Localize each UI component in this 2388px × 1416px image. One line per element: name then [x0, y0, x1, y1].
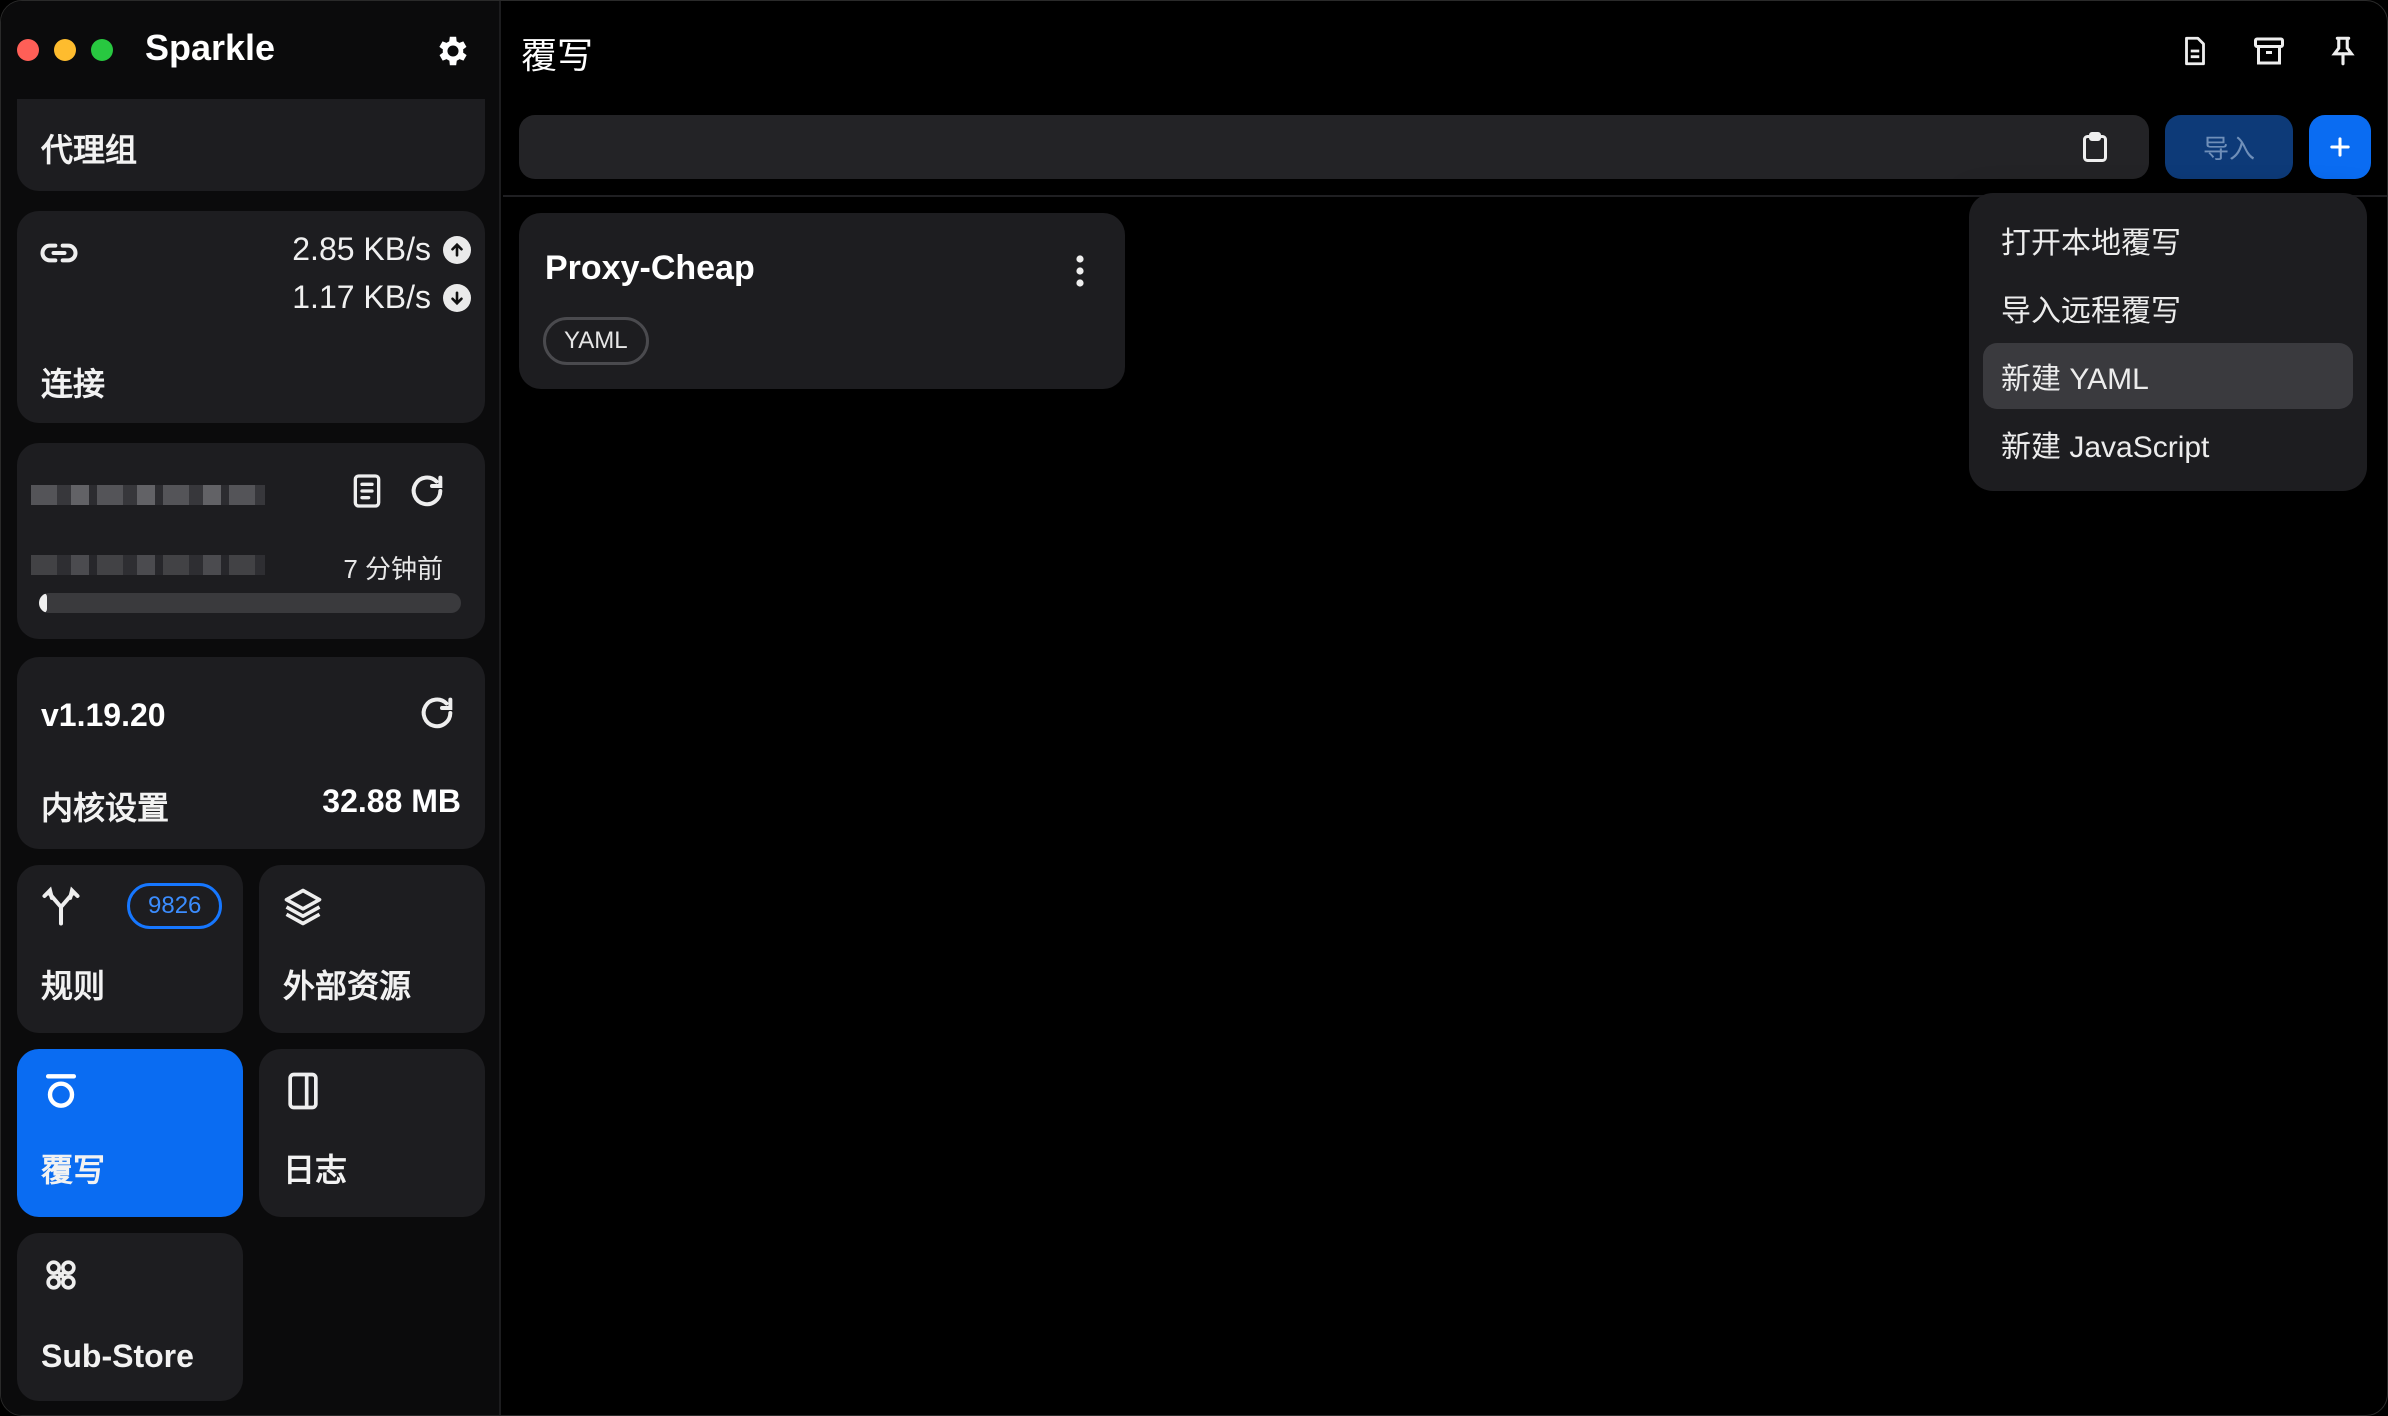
plus-icon [2330, 137, 2350, 157]
layers-icon [284, 888, 322, 926]
more-vertical-icon [1076, 255, 1084, 287]
profile-usage-fill [39, 593, 48, 613]
page-title: 覆写 [521, 35, 594, 76]
resources-tile[interactable]: 外部资源 [259, 865, 485, 1033]
close-window-button[interactable] [17, 39, 39, 61]
override-tile[interactable]: 覆写 [17, 1049, 243, 1217]
core-memory: 32.88 MB [322, 783, 461, 819]
link-icon [40, 243, 78, 263]
arrow-down-icon [443, 283, 471, 312]
download-speed: 1.17 KB/s [292, 279, 471, 316]
fork-icon [42, 886, 80, 926]
profile-info-redacted [31, 555, 265, 575]
archive-button[interactable] [2247, 29, 2291, 73]
connections-label: 连接 [41, 366, 106, 402]
resources-label: 外部资源 [283, 968, 412, 1004]
rules-tile[interactable]: 9826 规则 [17, 865, 243, 1033]
profile-card[interactable]: 7 分钟前 [17, 443, 485, 639]
upload-speed-value: 2.85 KB/s [292, 231, 431, 267]
substore-label: Sub-Store [41, 1338, 194, 1374]
pin-icon [2331, 36, 2355, 66]
sidebar-panel-icon [288, 1072, 318, 1110]
download-speed-value: 1.17 KB/s [292, 279, 431, 315]
override-card[interactable]: Proxy-Cheap YAML [519, 213, 1125, 389]
app-title: Sparkle [145, 27, 276, 68]
override-label: 覆写 [41, 1152, 106, 1188]
connections-card[interactable]: 2.85 KB/s 1.17 KB/s 连接 [17, 211, 485, 423]
refresh-icon[interactable] [407, 471, 447, 511]
app-window: Sparkle 代理组 2.85 KB/s 1.17 KB/s 连接 7 分钟前 [0, 0, 2388, 1416]
core-card[interactable]: v1.19.20 内核设置 32.88 MB [17, 657, 485, 849]
profile-updated-time: 7 分钟前 [343, 554, 443, 584]
refresh-icon[interactable] [417, 693, 457, 733]
override-card-title: Proxy-Cheap [545, 249, 755, 287]
sidebar: Sparkle 代理组 2.85 KB/s 1.17 KB/s 连接 7 分钟前 [1, 1, 501, 1415]
add-override-button[interactable] [2309, 115, 2371, 179]
menu-item-import-remote[interactable]: 导入远程覆写 [1983, 275, 2353, 341]
more-options-button[interactable] [1065, 249, 1095, 293]
gear-icon [439, 36, 467, 66]
proxy-group-label: 代理组 [41, 132, 138, 168]
profile-name-redacted [31, 485, 265, 505]
archive-icon [2254, 37, 2284, 65]
new-override-menu: 打开本地覆写 导入远程覆写 新建 YAML 新建 JavaScript [1969, 193, 2367, 491]
arrow-up-icon [443, 235, 471, 264]
menu-item-new-yaml[interactable]: 新建 YAML [1983, 343, 2353, 409]
main-panel: 覆写 导入 Proxy-Cheap YAML 打开本地覆写 导入远程覆写 新建 … [503, 1, 2387, 1415]
document-icon [2185, 36, 2205, 66]
override-url-input[interactable] [519, 115, 2149, 179]
rules-label: 规则 [41, 968, 106, 1004]
puzzle-icon [46, 1260, 76, 1290]
override-icon [45, 1074, 77, 1108]
upload-speed: 2.85 KB/s [292, 231, 471, 268]
substore-tile[interactable]: Sub-Store [17, 1233, 243, 1401]
window-controls [17, 39, 113, 61]
pin-button[interactable] [2321, 29, 2365, 73]
clipboard-icon [2083, 132, 2107, 162]
menu-item-open-local[interactable]: 打开本地覆写 [1983, 207, 2353, 273]
core-version: v1.19.20 [41, 697, 166, 733]
paste-button[interactable] [2073, 125, 2117, 169]
logs-label: 日志 [283, 1152, 348, 1188]
document-button[interactable] [2173, 29, 2217, 73]
menu-item-new-javascript[interactable]: 新建 JavaScript [1983, 411, 2353, 477]
core-settings-label: 内核设置 [41, 790, 170, 826]
minimize-window-button[interactable] [54, 39, 76, 61]
profile-usage-bar [39, 593, 461, 613]
document-icon[interactable] [347, 471, 387, 511]
top-actions [2173, 29, 2365, 73]
override-type-tag: YAML [543, 317, 649, 365]
logs-tile[interactable]: 日志 [259, 1049, 485, 1217]
rules-count-badge: 9826 [127, 883, 223, 929]
maximize-window-button[interactable] [91, 39, 113, 61]
import-button[interactable]: 导入 [2165, 115, 2293, 179]
proxy-group-card[interactable]: 代理组 [17, 99, 485, 191]
settings-button[interactable] [431, 29, 475, 73]
